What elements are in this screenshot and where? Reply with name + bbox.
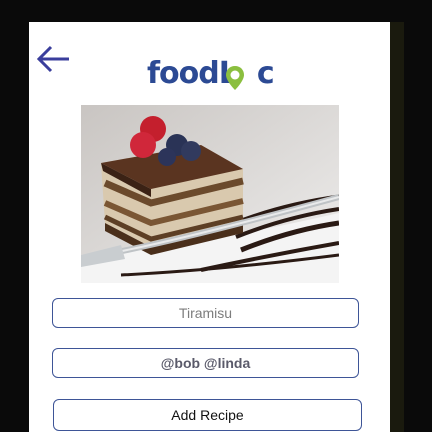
device-edge <box>390 22 404 432</box>
tiramisu-cake-image <box>81 105 339 283</box>
map-pin-icon <box>226 66 244 90</box>
arrow-left-icon <box>36 45 69 73</box>
logo-wordmark: foodL c <box>147 56 275 91</box>
back-button[interactable] <box>35 44 71 74</box>
app-screen: foodL c Tiramisu @bob @linda Add Recipe <box>29 22 390 432</box>
dish-name-field[interactable]: Tiramisu <box>52 298 359 328</box>
foodloc-logo: foodL c <box>147 54 275 98</box>
tag-friends-field[interactable]: @bob @linda <box>52 348 359 378</box>
add-recipe-button[interactable]: Add Recipe <box>53 399 362 431</box>
